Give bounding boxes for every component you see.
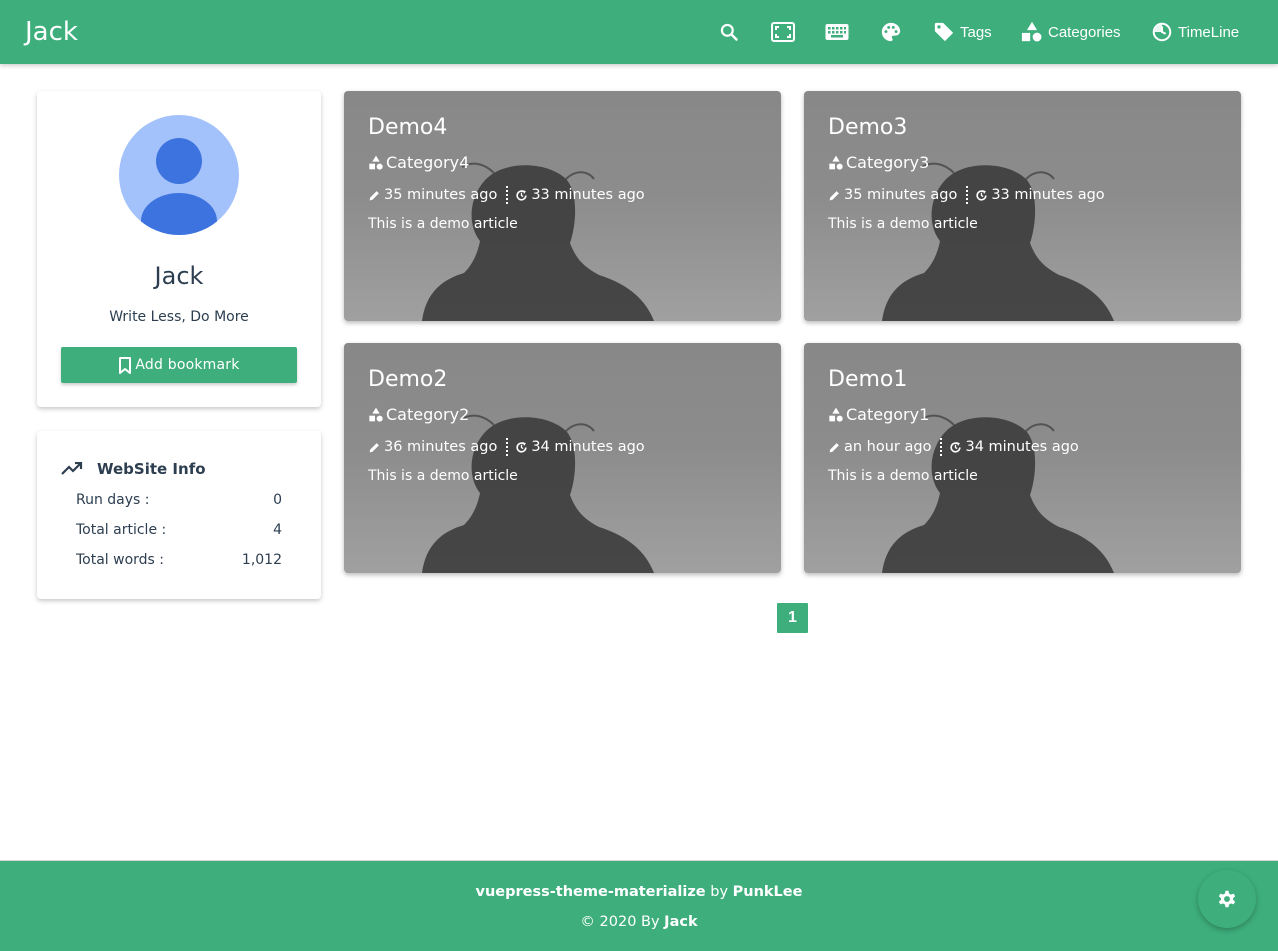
article-meta: 35 minutes ago 33 minutes ago [368,186,645,204]
article-category-label: Category4 [386,153,470,172]
nav-link-timeline[interactable]: TimeLine [1151,20,1239,44]
category-icon [828,407,844,423]
info-row-total-article: Total article : 4 [76,522,282,538]
pencil-icon [828,189,841,202]
pencil-icon [368,441,381,454]
article-updated-time: 34 minutes ago [531,439,645,455]
nav-link-label: Categories [1048,23,1121,41]
author-name: Jack [154,262,204,290]
tag-icon [933,21,955,43]
settings-button[interactable] [1198,870,1256,928]
avatar [119,115,239,235]
timeline-icon [1151,21,1173,43]
info-label: Total article : [76,522,167,538]
website-info-card: WebSite Info Run days : 0 Total article … [37,431,321,599]
meta-separator [506,186,509,204]
article-summary: This is a demo article [828,216,978,232]
nav-link-label: TimeLine [1178,23,1240,41]
article-category[interactable]: Category4 [368,153,469,172]
article-category-label: Category1 [846,405,930,424]
author-motto: Write Less, Do More [109,309,249,325]
info-value: 0 [273,492,282,508]
article-category[interactable]: Category1 [828,405,929,424]
pagination-page-button[interactable]: 1 [777,603,808,633]
info-value: 4 [273,522,282,538]
article-card[interactable]: Demo3 Category3 35 minutes ago 33 minute… [804,91,1241,321]
article-card[interactable]: Demo2 Category2 36 minutes ago 34 minute… [344,343,781,573]
meta-separator [940,438,943,456]
article-category[interactable]: Category2 [368,405,469,424]
info-value: 1,012 [241,552,282,568]
update-icon [975,189,988,202]
info-row-run-days: Run days : 0 [76,492,282,508]
footer-theme-link[interactable]: vuepress-theme-materialize [476,884,706,900]
info-row-total-words: Total words : 1,012 [76,552,282,568]
article-updated-time: 33 minutes ago [531,187,645,203]
website-info-title: WebSite Info [61,460,206,478]
update-icon [515,189,528,202]
article-updated-time: 33 minutes ago [991,187,1105,203]
article-card[interactable]: Demo1 Category1 an hour ago 34 minutes a… [804,343,1241,573]
meta-separator [966,186,969,204]
palette-icon[interactable] [879,20,903,44]
search-icon[interactable] [717,20,741,44]
article-created-time: 35 minutes ago [844,187,958,203]
site-brand[interactable]: Jack [25,17,78,47]
nav-link-label: Tags [960,23,992,41]
article-summary: This is a demo article [368,468,518,484]
article-meta: an hour ago 34 minutes ago [828,438,1079,456]
article-created-time: an hour ago [844,439,932,455]
article-title[interactable]: Demo1 [828,367,907,392]
article-card[interactable]: Demo4 Category4 35 minutes ago 33 minute… [344,91,781,321]
info-label: Run days : [76,492,150,508]
article-category-label: Category2 [386,405,470,424]
article-category-label: Category3 [846,153,930,172]
add-bookmark-label: Add bookmark [135,357,240,373]
info-label: Total words : [76,552,165,568]
update-icon [515,441,528,454]
article-created-time: 35 minutes ago [384,187,498,203]
category-icon [368,155,384,171]
nav-link-tags[interactable]: Tags [933,20,992,44]
navbar: Jack Tags Categories TimeLine [0,0,1278,64]
meta-separator [506,438,509,456]
article-meta: 35 minutes ago 33 minutes ago [828,186,1105,204]
update-icon [949,441,962,454]
article-title[interactable]: Demo3 [828,115,907,140]
trending-up-icon [61,462,83,476]
footer-copyright: © 2020 By Jack [0,914,1278,930]
keyboard-icon[interactable] [825,20,849,44]
gear-icon [1216,888,1238,910]
footer: vuepress-theme-materialize by PunkLee © … [0,860,1278,951]
pencil-icon [828,441,841,454]
fullscreen-icon[interactable] [771,20,795,44]
footer-theme-author-link[interactable]: PunkLee [733,884,803,900]
shapes-icon [1021,21,1043,43]
article-category[interactable]: Category3 [828,153,929,172]
article-title[interactable]: Demo4 [368,115,447,140]
website-info-title-text: WebSite Info [97,460,206,478]
footer-theme-credit: vuepress-theme-materialize by PunkLee [0,884,1278,900]
nav-link-categories[interactable]: Categories [1021,20,1121,44]
profile-card: Jack Write Less, Do More Add bookmark [37,91,321,407]
add-bookmark-button[interactable]: Add bookmark [61,347,297,383]
article-summary: This is a demo article [828,468,978,484]
footer-copyright-text: © 2020 By [580,914,660,930]
article-meta: 36 minutes ago 34 minutes ago [368,438,645,456]
article-updated-time: 34 minutes ago [965,439,1079,455]
article-created-time: 36 minutes ago [384,439,498,455]
footer-author: Jack [664,914,698,930]
bookmark-icon [118,356,132,374]
footer-by-text: by [710,884,729,900]
article-summary: This is a demo article [368,216,518,232]
pencil-icon [368,189,381,202]
article-title[interactable]: Demo2 [368,367,447,392]
category-icon [368,407,384,423]
category-icon [828,155,844,171]
